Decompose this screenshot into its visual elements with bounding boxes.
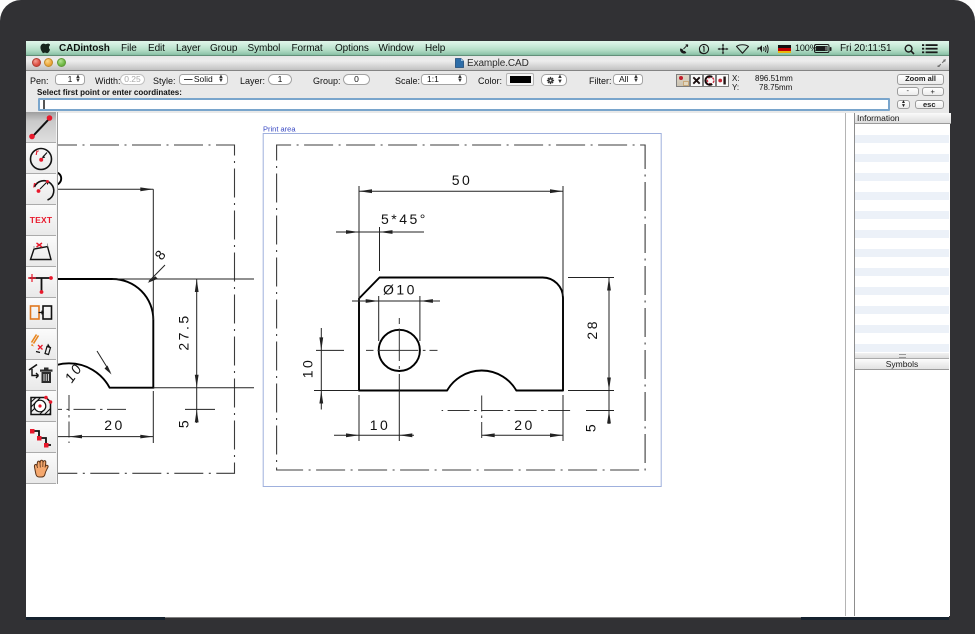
svg-text:20: 20 <box>104 417 125 433</box>
svg-text:5*45°: 5*45° <box>381 211 428 227</box>
svg-text:Ø10: Ø10 <box>383 282 417 298</box>
svg-text:5: 5 <box>176 418 192 428</box>
svg-text:27.5: 27.5 <box>176 313 192 350</box>
svg-text:8: 8 <box>151 245 170 263</box>
svg-text:50: 50 <box>452 172 473 188</box>
svg-text:10: 10 <box>370 417 391 433</box>
svg-text:Print area: Print area <box>263 125 296 134</box>
svg-text:28: 28 <box>584 319 600 340</box>
svg-text:5: 5 <box>583 422 599 432</box>
svg-text:20: 20 <box>514 417 535 433</box>
svg-text:10: 10 <box>300 358 316 379</box>
